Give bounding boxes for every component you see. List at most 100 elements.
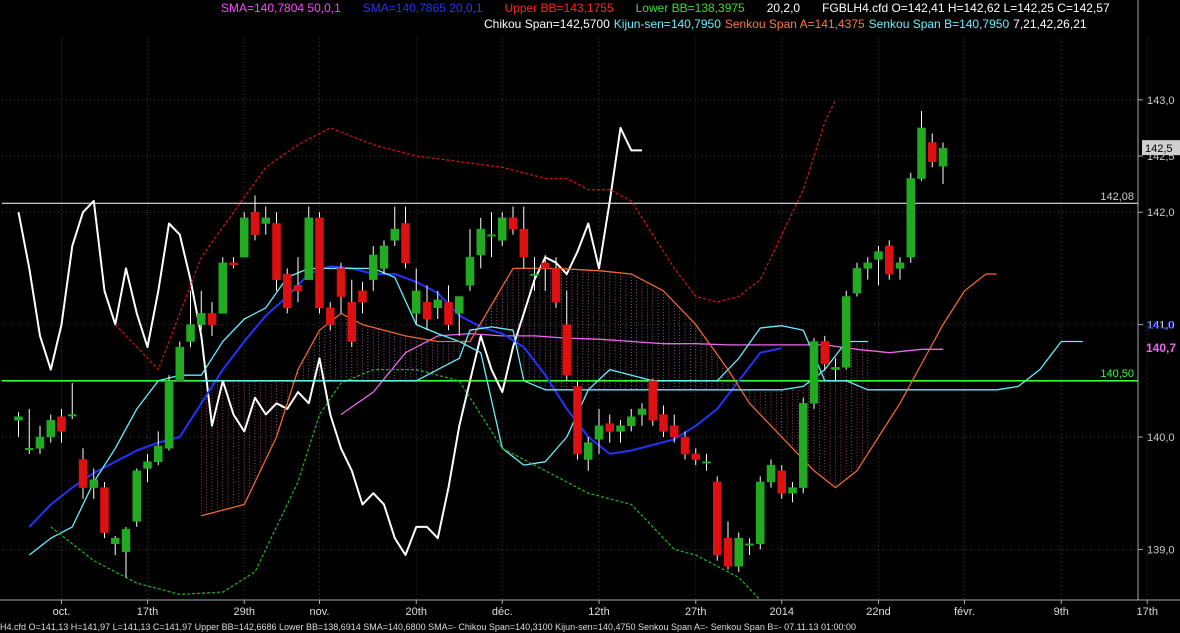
chart-background: [0, 0, 1180, 633]
candle-body: [293, 285, 303, 292]
candle-body: [326, 307, 335, 325]
candle-body: [487, 234, 496, 237]
candle-body: [928, 142, 937, 162]
y-tick-label: 139,0: [1147, 544, 1175, 556]
candle-body: [627, 416, 636, 427]
candle-body: [852, 268, 862, 294]
candle-body: [670, 425, 679, 438]
candle-body: [197, 313, 206, 325]
candle-body: [25, 448, 34, 451]
candle-body: [777, 470, 786, 494]
candle-body: [14, 416, 23, 421]
header-item: Chikou Span=142,5700: [484, 17, 610, 31]
current-price-label: 142,5: [1145, 143, 1173, 155]
candle-body: [788, 487, 797, 494]
candle-body: [444, 301, 453, 325]
y-tick-label: 140,0: [1147, 432, 1175, 444]
ichimoku-candlestick-chart: 143,0 142,5 142,0 141,0 140,0 139,0 oct. 17th 29…: [0, 0, 1180, 633]
header-item: Lower BB=138,3975: [636, 1, 745, 15]
candle-body: [541, 262, 550, 269]
candle-body: [842, 296, 851, 368]
candle-body: [143, 461, 152, 469]
candle-body: [121, 528, 131, 552]
x-tick-label: déc.: [492, 606, 513, 618]
candle-body: [756, 481, 765, 545]
header-item: Upper BB=143,1755: [505, 1, 614, 15]
candle-body: [530, 273, 539, 276]
candle-body: [304, 217, 313, 280]
candle-body: [745, 543, 754, 546]
candle-body: [164, 380, 174, 449]
candle-body: [315, 217, 324, 309]
candle-body: [132, 470, 141, 522]
candle-body: [713, 481, 722, 556]
candle-body: [874, 251, 883, 260]
x-tick-label: oct.: [53, 606, 71, 618]
candle-body: [831, 367, 840, 370]
candle-body: [369, 254, 378, 280]
level-label-b: 140,50: [1100, 368, 1134, 380]
candle-body: [35, 436, 45, 449]
candle-body: [57, 416, 66, 432]
x-tick-label: 2014: [770, 606, 794, 618]
candle-body: [809, 341, 819, 404]
candle-body: [616, 425, 625, 432]
x-tick-label: 9th: [1054, 606, 1069, 618]
x-tick-label: 12th: [588, 606, 609, 618]
candle-body: [207, 313, 217, 325]
y-tick-label: 142,0: [1147, 207, 1175, 219]
header-item: 20,2,0: [767, 1, 801, 15]
candle-body: [799, 403, 808, 488]
header-item: FGBLH4.cfd O=142,41 H=142,62 L=142,25 C=…: [822, 1, 1110, 15]
candle-body: [229, 262, 238, 266]
candle-body: [401, 223, 410, 264]
candle-body: [89, 479, 98, 488]
candle-body: [766, 464, 776, 483]
header-item: Senkou Span A=141,4375: [725, 17, 865, 31]
x-tick-label: 27th: [685, 606, 706, 618]
candle-body: [175, 346, 184, 382]
candle-body: [938, 147, 948, 167]
level-label-a: 142,08: [1100, 191, 1134, 203]
candle-body: [723, 537, 733, 567]
candle-body: [498, 217, 507, 241]
candle-body: [734, 537, 743, 567]
candle-body: [476, 228, 485, 256]
candle-body: [272, 223, 281, 280]
header-item: 7,21,42,26,21: [1013, 17, 1087, 31]
candle-body: [358, 290, 367, 303]
candle-body: [68, 414, 77, 417]
candle-body: [906, 178, 915, 258]
candle-body: [519, 228, 528, 258]
header-item: SMA=140,7865 20,0,1: [363, 1, 483, 15]
header-line: Chikou Span=142,5700 Kijun-sen=140,7950 Se…: [484, 17, 1087, 31]
candle-body: [508, 217, 518, 230]
x-tick-label: 17th: [1137, 606, 1158, 618]
candle-body: [455, 296, 464, 314]
candle-body: [584, 442, 593, 460]
candle-body: [562, 324, 571, 376]
candle-body: [433, 299, 442, 309]
header-item: SMA=140,7804 50,0,1: [221, 1, 341, 15]
candle-body: [895, 262, 905, 269]
axis-tag-a: 141,0: [1146, 320, 1174, 332]
candle-body: [648, 380, 657, 421]
candle-body: [594, 425, 604, 440]
candle-body: [422, 301, 432, 320]
candle-body: [186, 324, 195, 342]
candle-body: [820, 341, 829, 365]
candle-body: [390, 228, 399, 241]
status-bar: H4.cfd O=141,13 H=141,97 L=141,13 C=141,…: [0, 622, 856, 632]
header-item: Kijun-sen=140,7950: [614, 17, 721, 31]
candle-body: [637, 408, 647, 415]
candle-body: [240, 217, 249, 258]
candle-body: [691, 453, 700, 460]
candle-body: [659, 414, 668, 432]
x-tick-label: 17th: [137, 606, 158, 618]
candle-body: [680, 436, 690, 455]
candle-body: [379, 245, 389, 269]
y-tick-label: 143,0: [1147, 95, 1175, 107]
candle-body: [702, 461, 711, 464]
candle-body: [111, 537, 120, 545]
candle-body: [573, 386, 582, 455]
